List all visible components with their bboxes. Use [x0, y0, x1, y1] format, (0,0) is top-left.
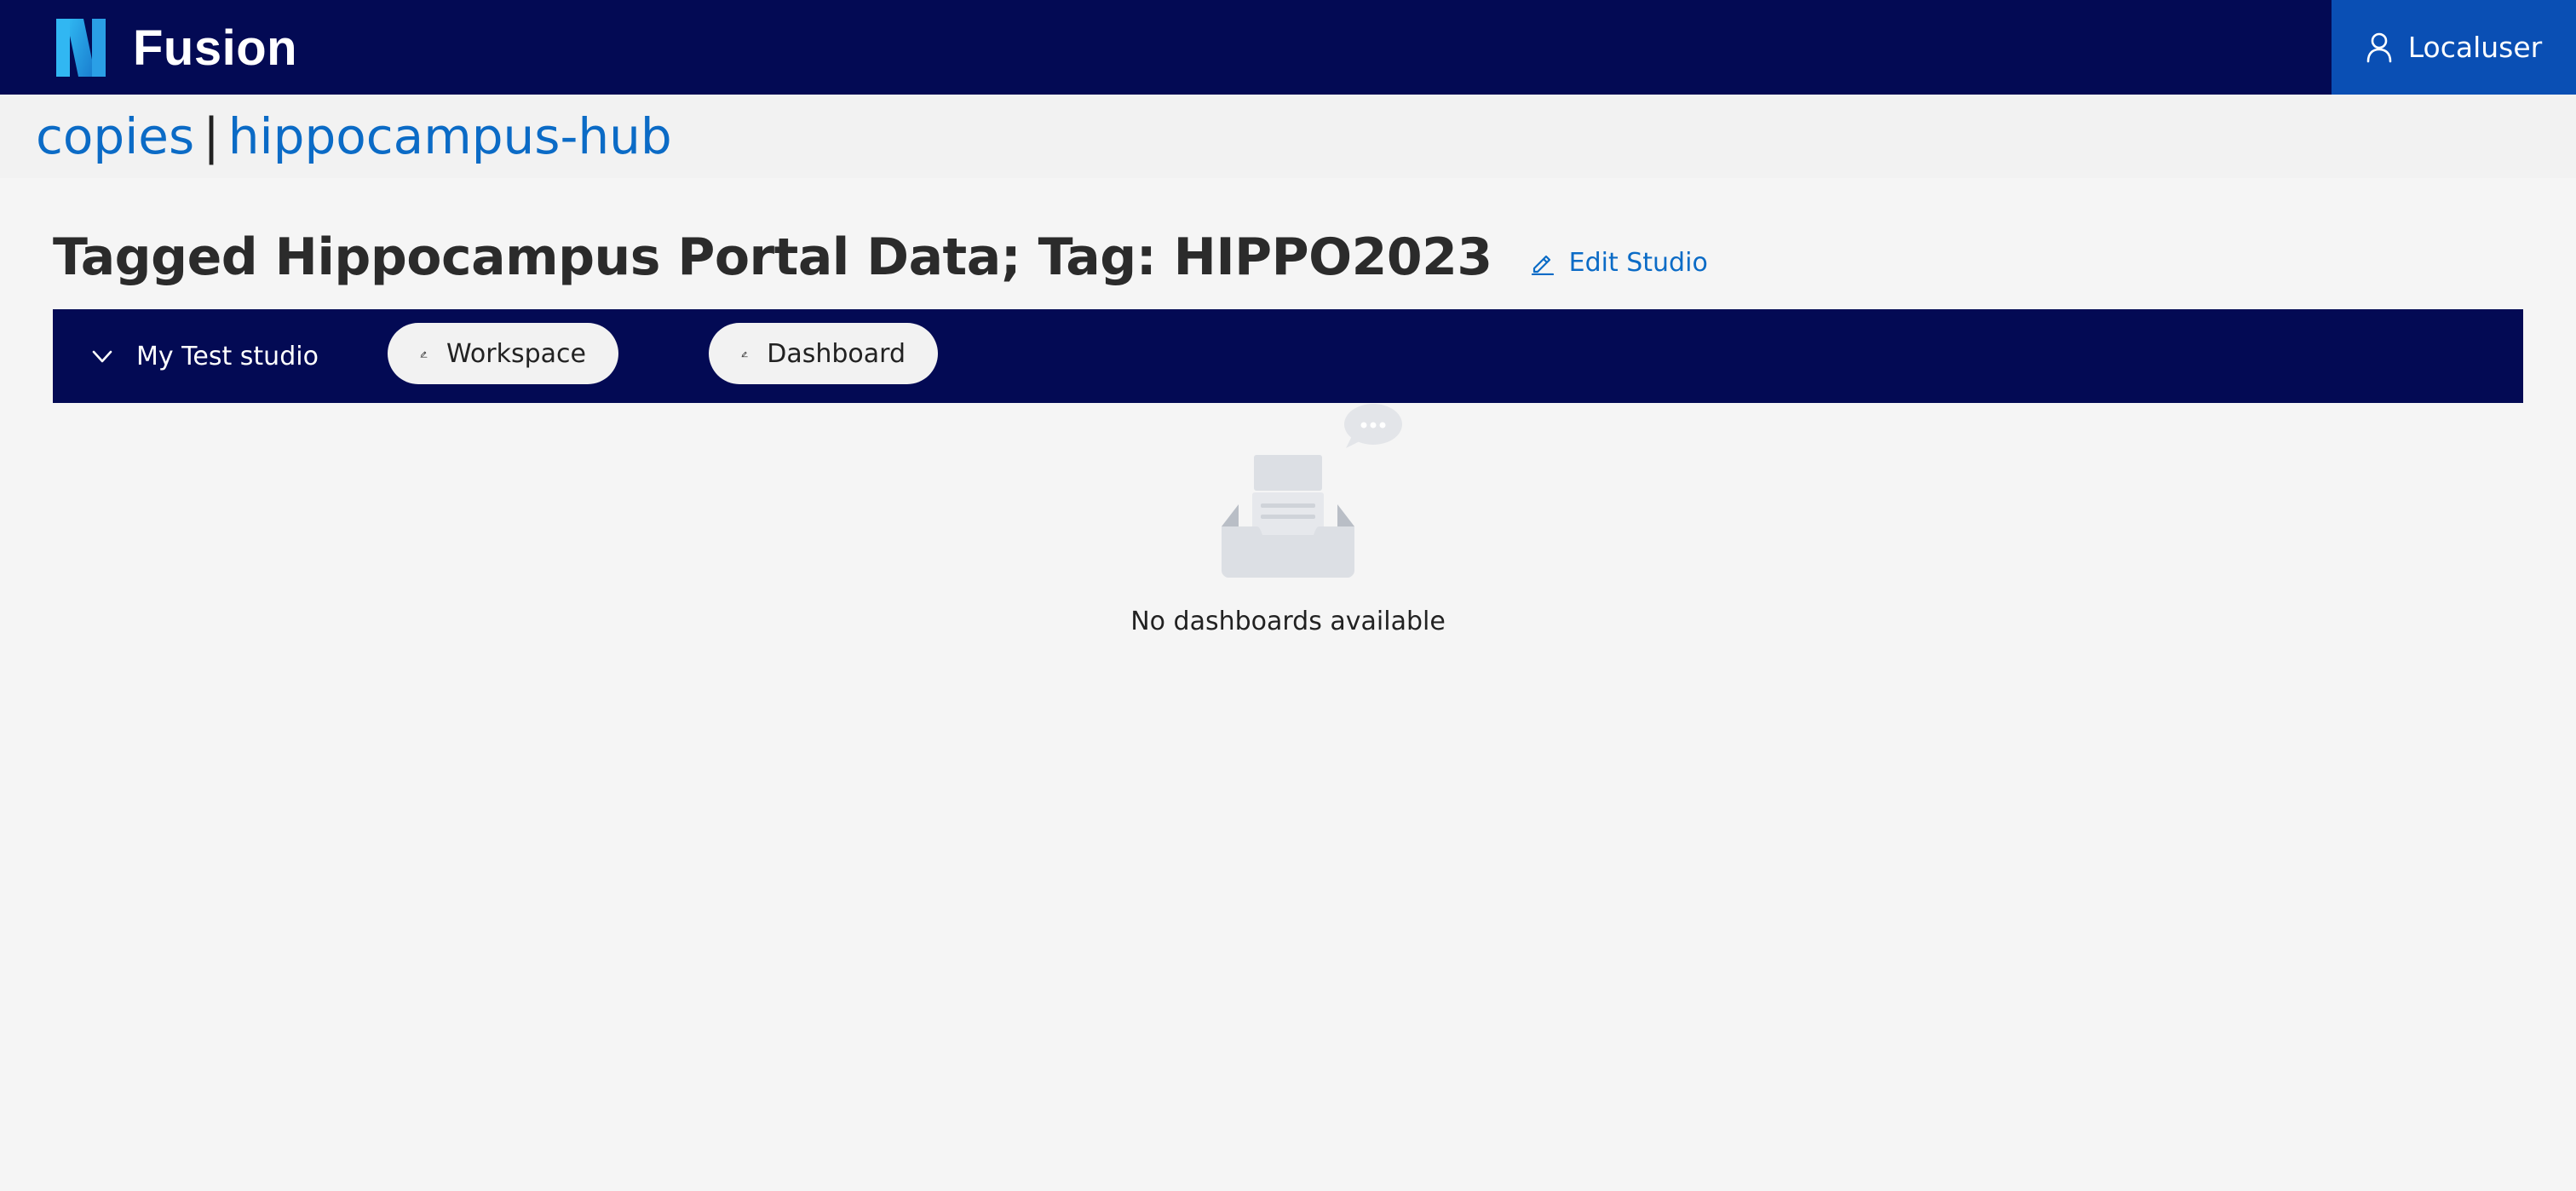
brand-name: Fusion: [133, 20, 298, 76]
user-menu-button[interactable]: Localuser: [2332, 0, 2576, 95]
title-row: Tagged Hippocampus Portal Data; Tag: HIP…: [53, 223, 1708, 291]
studio-name: My Test studio: [136, 341, 319, 371]
user-name: Localuser: [2407, 31, 2543, 64]
pencil-icon: [420, 351, 428, 358]
breadcrumb: copies | hippocampus-hub: [36, 106, 672, 166]
page-title: Tagged Hippocampus Portal Data; Tag: HIP…: [53, 227, 1492, 287]
pencil-icon: [1531, 255, 1554, 275]
breadcrumb-separator: |: [203, 107, 220, 165]
workspace-label: Workspace: [446, 338, 586, 369]
pencil-icon: [741, 351, 748, 358]
breadcrumb-item-hippocampus-hub[interactable]: hippocampus-hub: [228, 107, 672, 165]
edit-studio-label: Edit Studio: [1568, 247, 1708, 278]
chevron-down-icon: [92, 350, 112, 363]
fusion-logo[interactable]: [55, 17, 107, 78]
dashboard-label: Dashboard: [767, 338, 906, 369]
breadcrumb-bar: copies | hippocampus-hub: [0, 95, 2576, 178]
user-icon: [2366, 32, 2392, 62]
empty-inbox-icon: [1222, 404, 1402, 578]
top-header: Fusion Localuser: [0, 0, 2576, 95]
studio-collapse-toggle[interactable]: My Test studio: [90, 335, 319, 377]
empty-state-message: No dashboards available: [1130, 607, 1446, 636]
dashboard-button[interactable]: Dashboard: [709, 323, 938, 384]
breadcrumb-item-copies[interactable]: copies: [36, 107, 194, 165]
edit-studio-button[interactable]: Edit Studio: [1530, 248, 1708, 278]
workspace-button[interactable]: Workspace: [388, 323, 618, 384]
studio-bar: My Test studio Workspace Dashboard: [53, 309, 2523, 403]
